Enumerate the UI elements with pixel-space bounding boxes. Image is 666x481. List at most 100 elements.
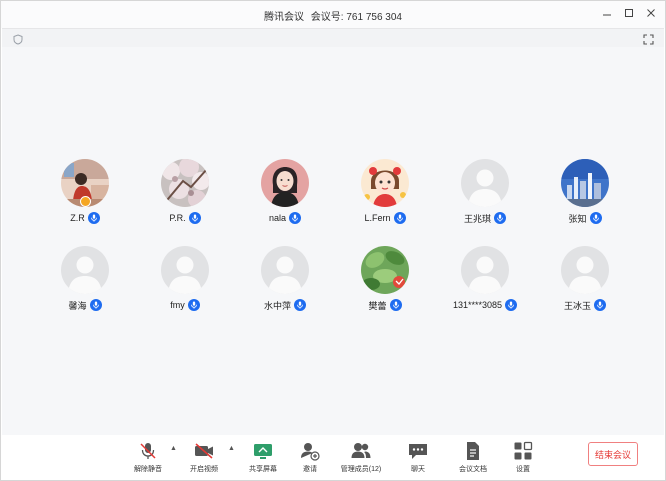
participant-tile[interactable]: P.R. (135, 159, 235, 225)
mic-status-icon (188, 212, 201, 224)
participant-name-row: L.Fern (364, 211, 406, 225)
participant-tile[interactable]: 131****3085 (435, 246, 535, 312)
maximize-icon (625, 9, 633, 17)
mic-status-icon (505, 299, 518, 311)
avatar (361, 159, 409, 207)
avatar (261, 246, 309, 294)
settings-label: 设置 (516, 466, 530, 473)
avatar-image (361, 246, 409, 294)
meeting-toolbar: 解除静音 ▲ 开启视频 ▲ 共享屏幕 邀请 管理成员(12) 聊天 会议文档 设… (2, 435, 664, 480)
participant-name-row: 王兆琪 (464, 211, 506, 225)
participant-name-row: nala (269, 211, 301, 225)
participant-name: 水中萍 (263, 300, 291, 311)
meeting-docs-button[interactable]: 会议文档 (448, 441, 498, 474)
avatar (561, 246, 609, 294)
participant-tile[interactable]: 张知 (535, 159, 635, 225)
video-off-icon (195, 443, 213, 459)
maximize-button[interactable] (623, 7, 635, 19)
video-options-caret[interactable]: ▲ (228, 445, 235, 452)
participant-name: 131****3085 (452, 300, 503, 310)
window-controls (601, 7, 657, 19)
mic-status-icon (289, 212, 301, 224)
default-avatar-icon (561, 246, 609, 294)
participant-tile[interactable]: 水中萍 (235, 246, 335, 312)
unmute-button[interactable]: 解除静音 (123, 441, 173, 474)
share-screen-label: 共享屏幕 (249, 466, 277, 473)
meeting-docs-label: 会议文档 (459, 466, 487, 473)
title-bar: 腾讯会议 会议号: 761 756 304 (1, 1, 665, 28)
fullscreen-icon (643, 34, 654, 45)
avatar (361, 246, 409, 294)
avatar-image (361, 159, 409, 207)
participant-tile[interactable]: Z.R (35, 159, 135, 225)
mic-status-icon (589, 212, 602, 224)
invite-user-icon (301, 443, 320, 461)
participant-tile[interactable]: fmy (135, 246, 235, 312)
participant-name: P.R. (169, 213, 186, 223)
chat-icon (409, 444, 427, 459)
default-avatar-icon (161, 246, 209, 294)
meeting-id: 761 756 304 (346, 12, 402, 23)
participant-tile[interactable]: L.Fern (335, 159, 435, 225)
participant-name-row: 樊蕾 (368, 298, 402, 312)
mic-status-icon (87, 212, 100, 224)
mic-status-icon (494, 212, 506, 224)
invite-label: 邀请 (303, 466, 317, 473)
close-icon (647, 9, 655, 17)
avatar-image (561, 159, 609, 207)
mic-status-icon (89, 299, 102, 311)
start-video-button[interactable]: 开启视频 (179, 441, 229, 474)
chat-button[interactable]: 聊天 (393, 441, 443, 474)
app-name: 腾讯会议 (264, 12, 305, 23)
default-avatar-icon (61, 246, 109, 294)
participant-name-row: 131****3085 (452, 298, 518, 312)
close-button[interactable] (645, 7, 657, 19)
participant-name: 张知 (568, 213, 587, 224)
audio-options-caret[interactable]: ▲ (170, 445, 177, 452)
participant-name: 樊蕾 (368, 300, 387, 311)
window-title: 腾讯会议 会议号: 761 756 304 (1, 8, 665, 23)
participant-tile[interactable]: 王兆琪 (435, 159, 535, 225)
end-meeting-button[interactable]: 结束会议 (588, 442, 638, 466)
meeting-info-bar (2, 28, 664, 48)
participant-name-row: 水中萍 (264, 298, 306, 312)
mic-status-icon (294, 299, 306, 311)
minimize-icon (603, 14, 611, 16)
default-avatar-icon (461, 159, 509, 207)
app-grid-icon (514, 441, 533, 460)
unmute-label: 解除静音 (134, 466, 162, 473)
avatar (261, 159, 309, 207)
mic-status-icon (594, 299, 606, 311)
avatar (61, 246, 109, 294)
participant-name: 王冰玉 (563, 300, 591, 311)
participant-tile[interactable]: 馨海 (35, 246, 135, 312)
participant-name-row: fmy (170, 298, 200, 312)
participant-name: 王兆琪 (463, 213, 491, 224)
mic-status-icon (393, 212, 406, 224)
manage-members-button[interactable]: 管理成员(12) (336, 441, 386, 474)
participant-name-row: P.R. (169, 211, 201, 225)
participant-grid: Z.R P.R. nala L.Fern 王兆琪 张知馨海 fmy 水中萍 樊蕾 131****3… (35, 159, 635, 312)
participant-name-row: 馨海 (68, 298, 102, 312)
mic-status-icon (187, 299, 200, 311)
default-avatar-icon (261, 246, 309, 294)
participant-tile[interactable]: 王冰玉 (535, 246, 635, 312)
host-badge-icon (80, 196, 91, 207)
avatar (161, 246, 209, 294)
invite-button[interactable]: 邀请 (285, 441, 335, 474)
default-avatar-icon (461, 246, 509, 294)
minimize-button[interactable] (601, 7, 613, 19)
participant-tile[interactable]: nala (235, 159, 335, 225)
mic-muted-icon (140, 443, 156, 459)
document-icon (467, 442, 479, 460)
share-screen-button[interactable]: 共享屏幕 (238, 441, 288, 474)
participant-tile[interactable]: 樊蕾 (335, 246, 435, 312)
avatar-image (161, 159, 209, 207)
manage-members-label: 管理成员(12) (340, 466, 382, 473)
settings-button[interactable]: 设置 (498, 441, 548, 474)
participant-name: Z.R (70, 213, 85, 223)
avatar (461, 246, 509, 294)
participant-name-row: 王冰玉 (564, 298, 606, 312)
shield-icon (13, 34, 23, 45)
participant-name: 馨海 (68, 300, 87, 311)
